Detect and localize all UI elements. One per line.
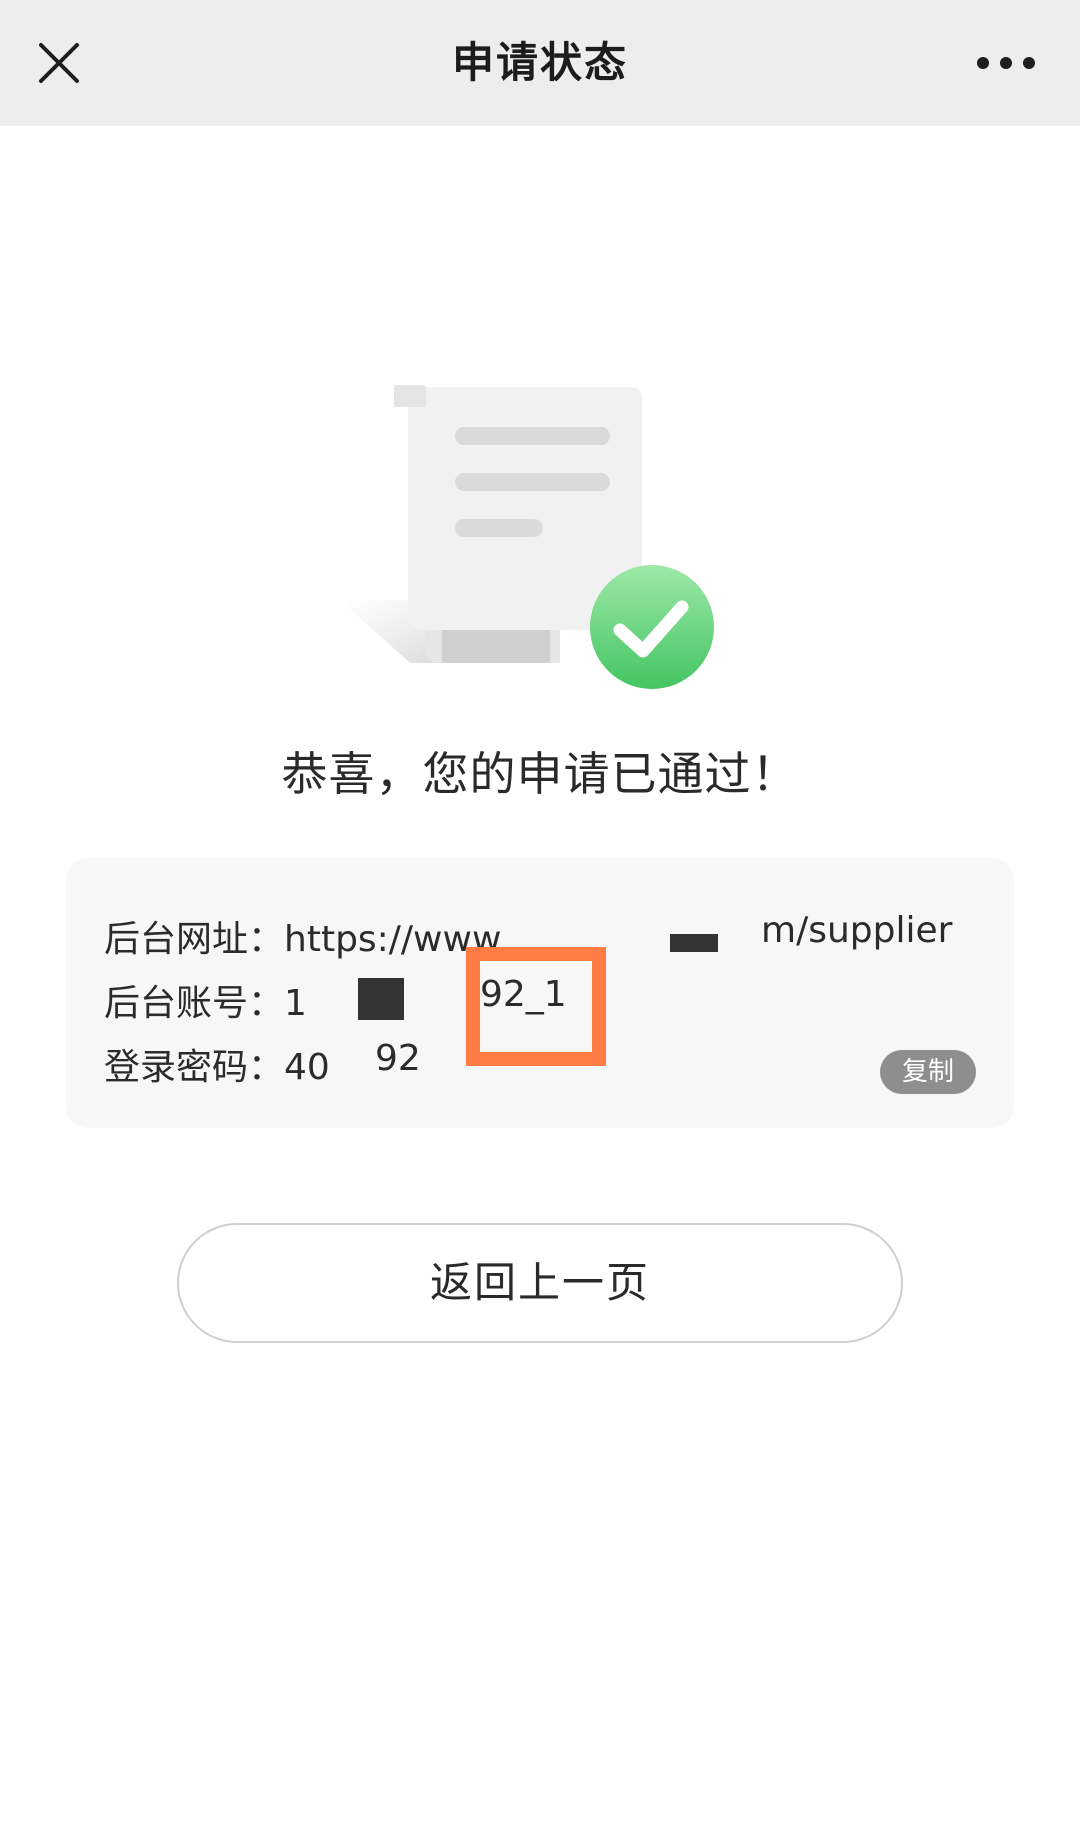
more-horizontal-icon: [977, 57, 1035, 69]
backend-account-value-start: 1: [284, 983, 307, 1024]
backend-account-label: 后台账号：: [104, 983, 285, 1024]
more-button[interactable]: [956, 28, 1056, 98]
top-navbar: 申请状态: [0, 0, 1080, 126]
redaction-mark: [670, 934, 718, 952]
success-check-icon: [590, 565, 714, 689]
redaction-mark: [358, 978, 404, 1020]
page-title: 申请状态: [451, 38, 628, 87]
login-password-value-start: 40: [284, 1047, 330, 1088]
login-password-row: 登录密码：40: [104, 1038, 330, 1090]
backend-account-row: 后台账号：1: [104, 974, 307, 1026]
backend-url-label: 后台网址：: [104, 919, 285, 960]
backend-url-row: 后台网址：https://www: [104, 910, 501, 962]
backend-url-value-end-wrap: m/supplier: [761, 910, 952, 951]
login-password-value-end: 92: [375, 1038, 421, 1079]
success-illustration: [330, 383, 730, 695]
copy-button[interactable]: 复制: [880, 1050, 976, 1094]
login-password-value-end-wrap: 92: [375, 1038, 421, 1079]
highlight-annotation-box: [466, 947, 606, 1066]
back-to-previous-page-button[interactable]: 返回上一页: [177, 1223, 903, 1343]
success-message: 恭喜，您的申请已通过！: [281, 747, 799, 801]
backend-url-value-end: m/supplier: [761, 910, 953, 951]
login-password-label: 登录密码：: [104, 1047, 285, 1088]
application-status-page: 申请状态 恭喜，您的申请已通过！ 后台网址：https://www m/supp…: [0, 0, 1080, 1826]
